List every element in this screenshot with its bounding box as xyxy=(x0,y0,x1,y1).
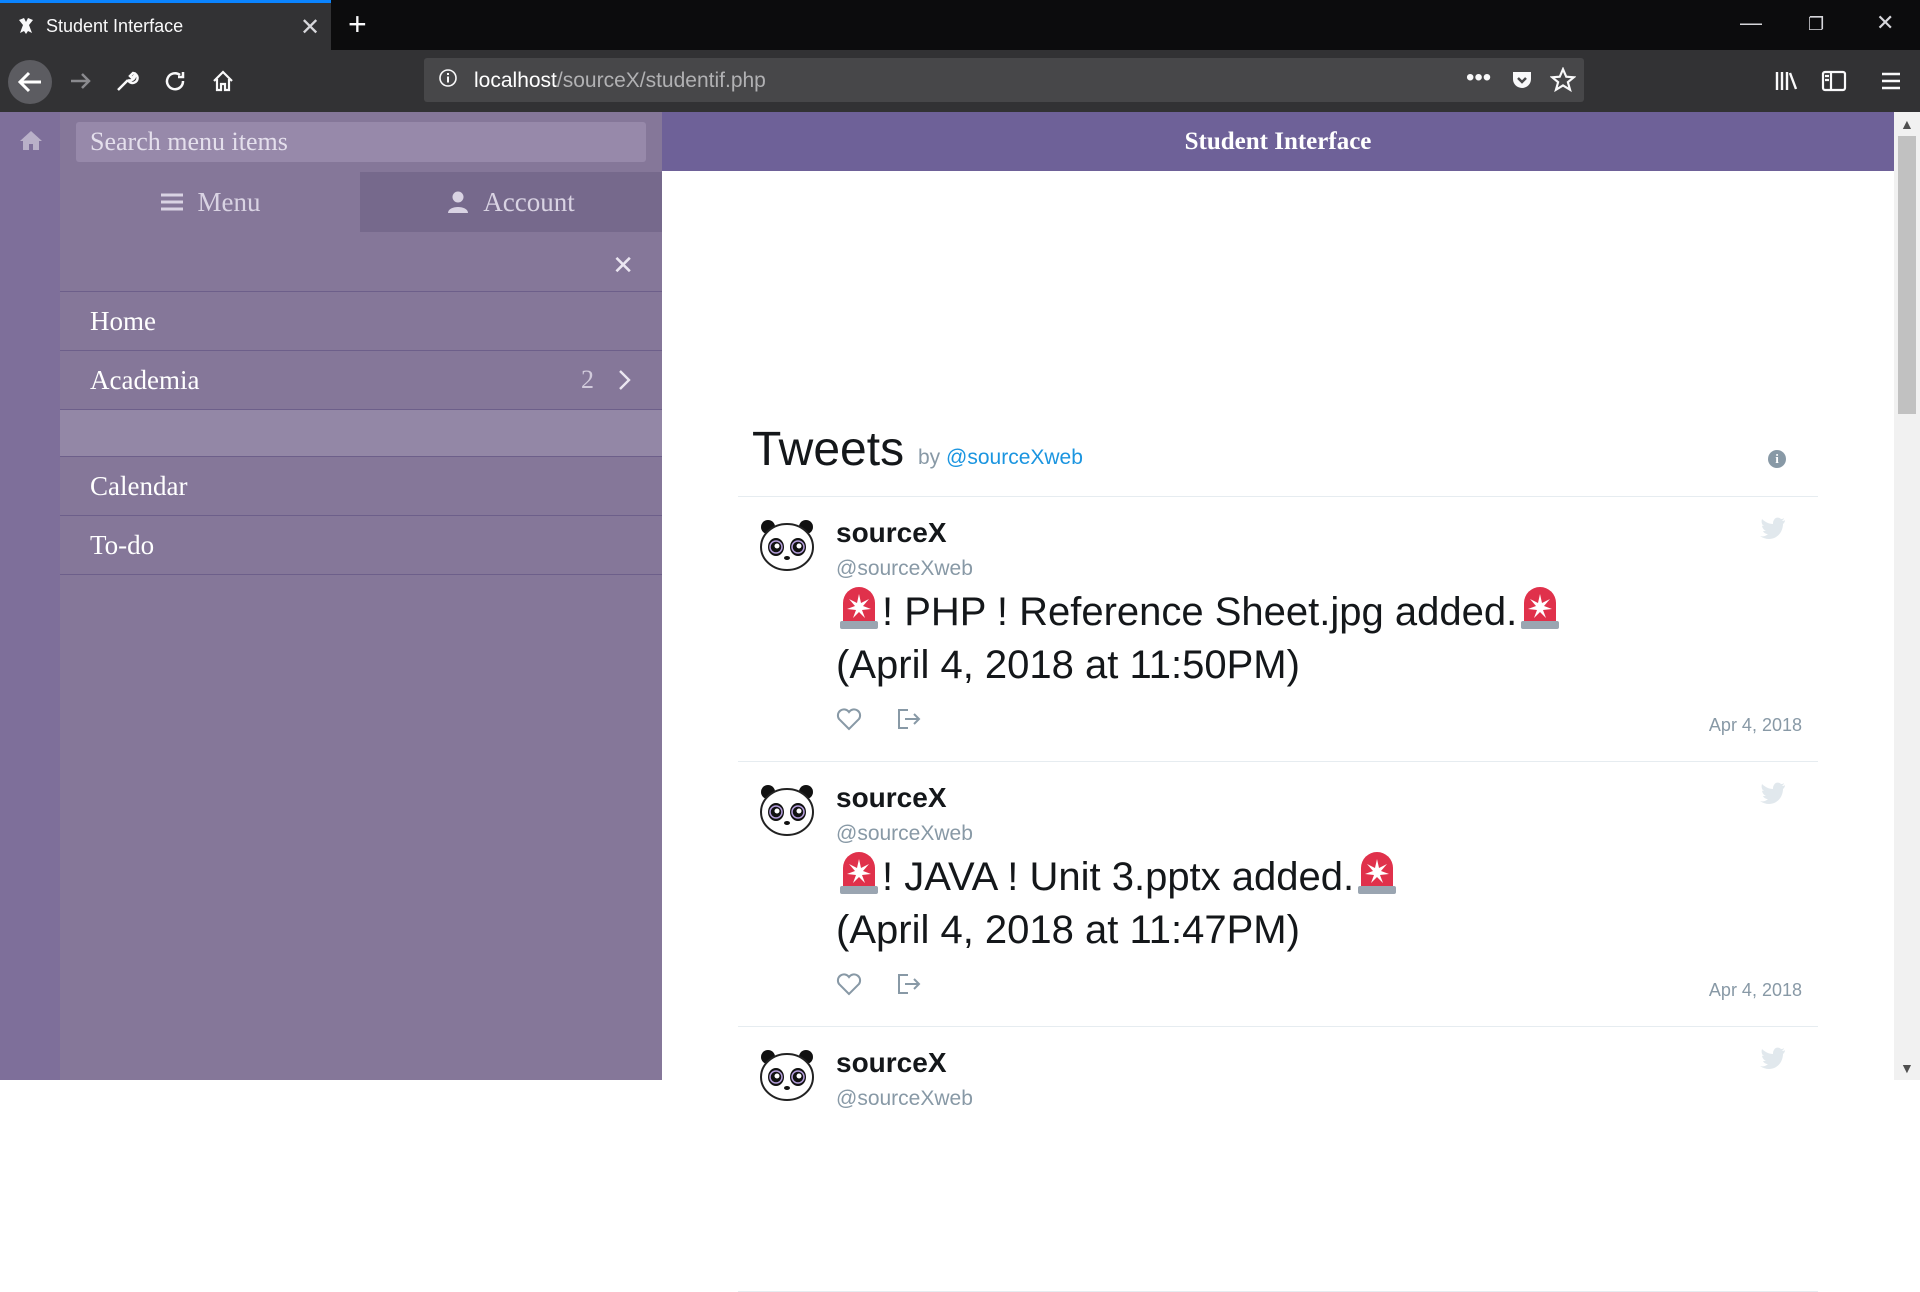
close-tab-icon[interactable]: ✕ xyxy=(300,13,320,42)
like-heart-icon[interactable] xyxy=(836,707,862,731)
user-icon xyxy=(448,191,469,213)
tweet-author-name[interactable]: sourceX xyxy=(836,1047,947,1079)
twitter-bird-icon[interactable] xyxy=(1760,1047,1786,1069)
siren-icon xyxy=(1521,587,1560,629)
share-icon[interactable] xyxy=(896,972,922,996)
timeline-title: Tweets xyxy=(752,423,905,476)
wrench-icon xyxy=(117,71,139,91)
tab-menu[interactable]: Menu xyxy=(60,172,360,232)
menu-item-todo[interactable]: To-do xyxy=(60,516,662,574)
menu-item-label: Calendar xyxy=(90,470,188,501)
info-icon[interactable]: i xyxy=(1768,450,1786,468)
menu-item-academia[interactable]: Academia 2 xyxy=(60,351,662,409)
browser-tab[interactable]: Student Interface ✕ xyxy=(0,0,331,50)
url-bar[interactable]: localhost/sourceX/studentif.php ••• xyxy=(424,58,1584,102)
reload-button[interactable] xyxy=(152,50,198,112)
hamburger-menu-icon[interactable] xyxy=(1880,70,1902,92)
avatar[interactable] xyxy=(758,1049,816,1101)
tab-menu-label: Menu xyxy=(197,186,261,217)
page-header: Student Interface xyxy=(662,112,1894,171)
tweet-date[interactable]: Apr 4, 2018 xyxy=(1709,980,1802,1001)
tweet-author-name[interactable]: sourceX xyxy=(836,782,947,814)
back-arrow-icon xyxy=(17,71,41,93)
tweet-text: ! PHP ! Reference Sheet.jpg added. (Apri… xyxy=(836,585,1736,692)
tweet-author-name[interactable]: sourceX xyxy=(836,517,947,549)
tab-account[interactable]: Account xyxy=(360,172,662,232)
window-close-icon[interactable]: ✕ xyxy=(1876,10,1894,36)
twitter-timeline: Tweets by @sourceXweb i sourceX @sourceX… xyxy=(738,402,1818,1292)
like-heart-icon[interactable] xyxy=(836,972,862,996)
menu-item-label: To-do xyxy=(90,529,155,560)
tweet-author-handle[interactable]: @sourceXweb xyxy=(836,1087,973,1111)
tab-title: Student Interface xyxy=(46,16,184,36)
timeline-handle-link[interactable]: @sourceXweb xyxy=(946,446,1083,469)
siren-icon xyxy=(840,852,878,894)
main-content: Student Interface Tweets by @sourceXweb … xyxy=(662,112,1894,1292)
tweet-text-line1: ! JAVA ! Unit 3.pptx added. xyxy=(882,855,1355,899)
library-icon[interactable] xyxy=(1774,69,1800,93)
restore-icon[interactable]: ❐ xyxy=(1808,14,1824,35)
sidebar-rail xyxy=(0,112,61,1080)
menu-item-blank[interactable] xyxy=(60,410,662,456)
forward-arrow-icon xyxy=(71,73,91,89)
bookmark-star-icon[interactable] xyxy=(1550,67,1576,93)
home-icon[interactable] xyxy=(18,128,44,152)
page-title: Student Interface xyxy=(1184,127,1372,155)
browser-tab-bar: Student Interface ✕ + — ❐ ✕ xyxy=(0,0,1920,50)
home-icon xyxy=(213,70,233,92)
divider xyxy=(60,574,662,575)
tweet: sourceX @sourceXweb ! JAVA ! Unit 3.pptx… xyxy=(738,762,1818,1027)
favicon-icon xyxy=(19,18,33,34)
customize-button[interactable] xyxy=(104,50,150,112)
page-scrollbar[interactable]: ▲ ▼ xyxy=(1894,112,1920,1080)
timeline-header: Tweets by @sourceXweb i xyxy=(738,402,1818,497)
close-menu-icon[interactable]: ✕ xyxy=(612,250,634,281)
menu-item-count: 2 xyxy=(581,365,594,394)
siren-icon xyxy=(1358,852,1397,894)
reload-icon xyxy=(165,72,185,91)
menu-item-home[interactable]: Home xyxy=(60,292,662,350)
minimize-icon[interactable]: — xyxy=(1740,10,1762,36)
scrollbar-thumb[interactable] xyxy=(1898,136,1916,414)
chevron-right-icon xyxy=(619,370,631,390)
twitter-bird-icon[interactable] xyxy=(1760,782,1786,804)
scroll-down-icon[interactable]: ▼ xyxy=(1900,1060,1914,1076)
menu-tabs: Menu Account xyxy=(60,172,662,232)
timeline-byline: by @sourceXweb xyxy=(918,446,1083,469)
forward-button[interactable] xyxy=(58,50,104,112)
avatar[interactable] xyxy=(758,519,816,571)
search-menu-input[interactable] xyxy=(76,122,646,162)
home-button[interactable] xyxy=(200,50,246,112)
tab-account-label: Account xyxy=(483,186,575,217)
page-actions-icon[interactable]: ••• xyxy=(1466,64,1491,92)
site-info-icon[interactable] xyxy=(438,68,458,88)
tweet-author-handle[interactable]: @sourceXweb xyxy=(836,822,973,846)
tweet-author-handle[interactable]: @sourceXweb xyxy=(836,557,973,581)
bars-icon xyxy=(160,193,183,211)
tweet-text-line2: (April 4, 2018 at 11:50PM) xyxy=(836,643,1300,687)
pocket-icon[interactable] xyxy=(1510,68,1534,92)
tweet-date[interactable]: Apr 4, 2018 xyxy=(1709,715,1802,736)
menu-item-calendar[interactable]: Calendar xyxy=(60,457,662,515)
new-tab-icon[interactable]: + xyxy=(348,6,367,43)
tweet: sourceX @sourceXweb ! PHP ! Reference Sh… xyxy=(738,497,1818,762)
tweet: sourceX @sourceXweb xyxy=(738,1027,1818,1292)
siren-icon xyxy=(840,587,878,629)
scroll-up-icon[interactable]: ▲ xyxy=(1900,116,1914,132)
avatar[interactable] xyxy=(758,784,816,836)
tweet-text-line1: ! PHP ! Reference Sheet.jpg added. xyxy=(882,590,1518,634)
browser-nav-bar: localhost/sourceX/studentif.php ••• xyxy=(0,50,1920,112)
twitter-bird-icon[interactable] xyxy=(1760,517,1786,539)
share-icon[interactable] xyxy=(896,707,922,731)
tweet-text-line2: (April 4, 2018 at 11:47PM) xyxy=(836,908,1300,952)
sidebar-toggle-icon[interactable] xyxy=(1821,69,1847,93)
back-button[interactable] xyxy=(8,60,52,104)
menu-item-label: Academia xyxy=(90,364,200,395)
tweet-text: ! JAVA ! Unit 3.pptx added. (April 4, 20… xyxy=(836,850,1736,957)
menu-item-label: Home xyxy=(90,305,156,336)
side-menu: Menu Account ✕ Home Academia 2 Calendar … xyxy=(60,112,663,1080)
url-text[interactable]: localhost/sourceX/studentif.php xyxy=(474,69,766,93)
